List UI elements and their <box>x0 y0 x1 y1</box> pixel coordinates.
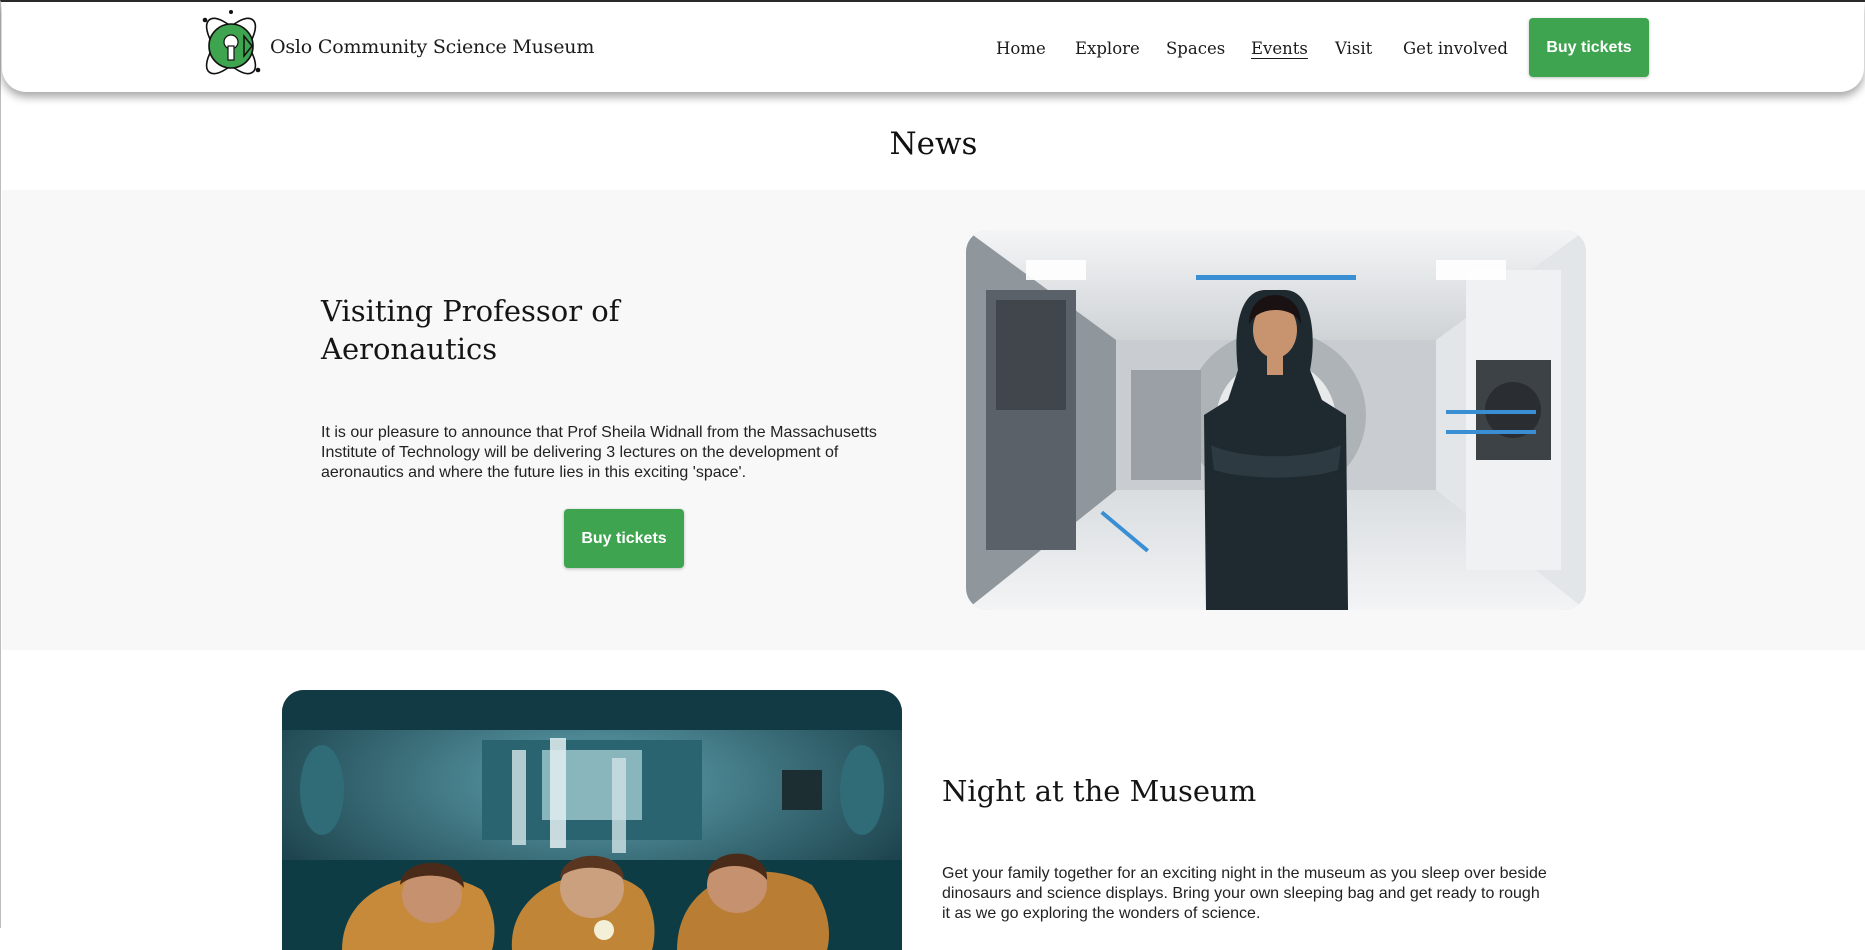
nav-get-involved[interactable]: Get involved <box>1403 39 1508 58</box>
page-title: News <box>889 126 978 162</box>
article-title: Visiting Professor of Aeronautics <box>321 294 620 366</box>
nav-spaces[interactable]: Spaces <box>1166 39 1225 58</box>
space-station-image <box>966 230 1586 610</box>
article-title: Night at the Museum <box>942 774 1257 808</box>
nav-events[interactable]: Events <box>1251 39 1308 58</box>
article-body: It is our pleasure to announce that Prof… <box>321 424 877 481</box>
article-buy-tickets-button[interactable]: Buy tickets <box>564 509 684 568</box>
nav-home[interactable]: Home <box>996 39 1046 58</box>
professor-photo <box>966 230 1586 610</box>
header-buy-tickets-button[interactable]: Buy tickets <box>1529 18 1649 77</box>
children-sleepover-image <box>282 690 902 950</box>
nav-explore[interactable]: Explore <box>1075 39 1140 58</box>
article-body: Get your family together for an exciting… <box>942 865 1547 922</box>
night-museum-photo <box>282 690 902 950</box>
atom-logo-icon[interactable] <box>198 8 264 84</box>
site-header: Oslo Community Science Museum Home Explo… <box>2 2 1864 92</box>
nav-visit[interactable]: Visit <box>1335 39 1372 58</box>
museum-name[interactable]: Oslo Community Science Museum <box>270 36 594 58</box>
